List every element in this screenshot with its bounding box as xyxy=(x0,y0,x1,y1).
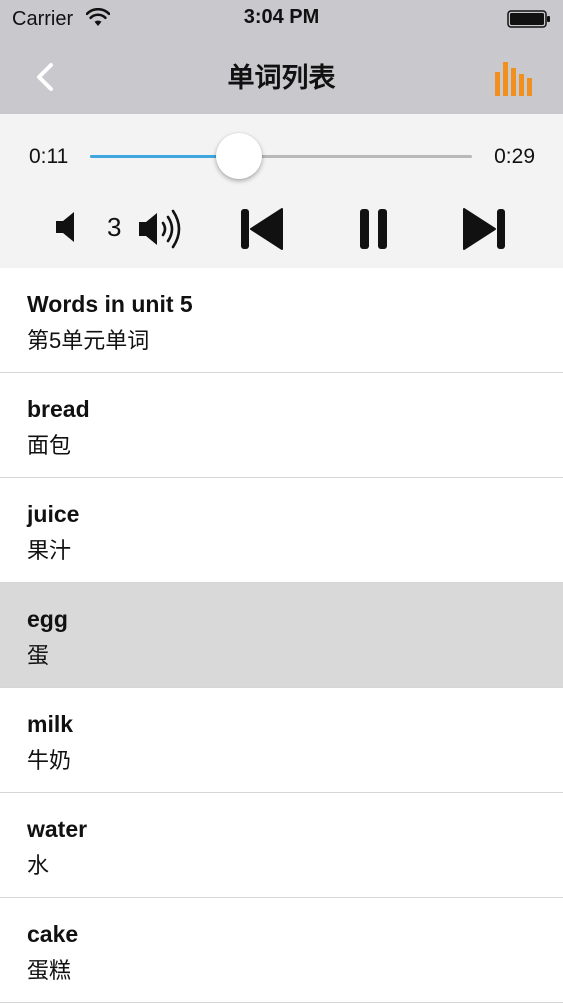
audio-player: 0:11 0:29 3 xyxy=(0,114,563,268)
list-item[interactable]: juice 果汁 xyxy=(0,478,563,583)
word-english: cake xyxy=(27,921,79,947)
word-english: egg xyxy=(27,606,68,632)
volume-level: 3 xyxy=(107,212,122,242)
word-chinese: 果汁 xyxy=(27,538,72,563)
list-item[interactable]: bread 面包 xyxy=(0,373,563,478)
word-english: juice xyxy=(27,501,80,527)
list-item[interactable]: Words in unit 5 第5单元单词 xyxy=(0,268,563,373)
word-english: milk xyxy=(27,711,74,737)
volume-down-icon[interactable] xyxy=(54,210,80,249)
skip-previous-icon[interactable] xyxy=(238,206,284,257)
list-item[interactable]: egg 蛋 xyxy=(0,583,563,688)
word-english: bread xyxy=(27,396,90,422)
total-time: 0:29 xyxy=(494,145,535,168)
status-time: 3:04 PM xyxy=(243,6,320,28)
pause-icon[interactable] xyxy=(358,206,390,257)
word-chinese: 水 xyxy=(27,853,50,878)
list-item[interactable]: cake 蛋糕 xyxy=(0,898,563,1003)
word-chinese: 蛋糕 xyxy=(27,958,72,983)
word-english: Words in unit 5 xyxy=(27,291,193,317)
word-list: Words in unit 5 第5单元单词 bread 面包 juice 果汁… xyxy=(0,268,563,1003)
word-chinese: 牛奶 xyxy=(27,748,72,773)
status-bar: Carrier 3:04 PM xyxy=(0,0,563,38)
word-chinese: 面包 xyxy=(27,433,72,458)
list-item[interactable]: milk 牛奶 xyxy=(0,688,563,793)
skip-next-icon[interactable] xyxy=(462,206,508,257)
word-english: water xyxy=(27,816,88,842)
navigation-bar: 单词列表 xyxy=(0,38,563,114)
progress-slider[interactable] xyxy=(90,133,472,179)
word-chinese: 第5单元单词 xyxy=(27,328,150,353)
word-chinese: 蛋 xyxy=(27,643,50,668)
page-title: 单词列表 xyxy=(227,63,336,93)
volume-up-icon[interactable] xyxy=(137,206,191,257)
list-item[interactable]: water 水 xyxy=(0,793,563,898)
bar-chart-icon[interactable] xyxy=(495,60,535,101)
current-time: 0:11 xyxy=(29,145,69,168)
progress-thumb[interactable] xyxy=(215,133,262,179)
battery-icon xyxy=(507,10,551,33)
